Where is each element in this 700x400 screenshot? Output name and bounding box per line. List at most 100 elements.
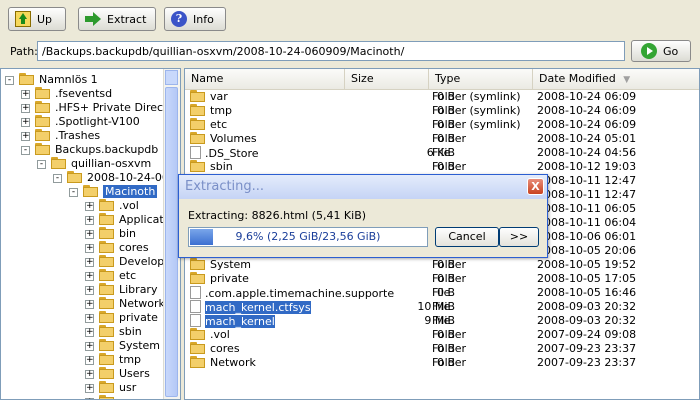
file-type: Folder [432, 160, 466, 173]
info-button[interactable]: ? Info [164, 7, 226, 31]
tree-node[interactable]: .vol [99, 199, 139, 213]
tree-node-label: bin [119, 227, 137, 240]
expand-icon[interactable]: + [85, 230, 94, 239]
dialog-title-text: Extracting... [185, 179, 265, 194]
expand-icon[interactable]: + [85, 314, 94, 323]
file-date: 2008-10-05 19:52 [537, 258, 637, 271]
file-date: 2008-10-06 06:01 [537, 230, 637, 243]
folder-icon [190, 342, 206, 354]
expand-icon[interactable]: + [21, 104, 30, 113]
file-row[interactable]: sbin 0 B Folder 2008-10-12 19:03 [185, 160, 699, 174]
column-type[interactable]: Type [429, 69, 533, 89]
collapse-icon[interactable]: - [53, 174, 62, 183]
tree-node[interactable]: tmp [99, 353, 141, 367]
tree-node[interactable]: Network [99, 297, 165, 311]
file-icon [190, 286, 201, 299]
folder-icon [190, 90, 206, 102]
expand-icon[interactable]: + [85, 328, 94, 337]
expand-icon[interactable]: + [85, 258, 94, 267]
expand-icon[interactable]: + [21, 118, 30, 127]
file-date: 2008-10-11 06:04 [537, 216, 637, 229]
tree-node[interactable]: private [99, 311, 158, 325]
tree-node-label: Network [119, 297, 165, 310]
collapse-icon[interactable]: - [37, 160, 46, 169]
file-row[interactable]: private 0 B Folder 2008-10-05 17:05 [185, 272, 699, 286]
file-date: 2008-10-24 04:56 [537, 146, 637, 159]
file-row[interactable]: .com.apple.timemachine.supporte 0 B File 20… [185, 286, 699, 300]
file-date: 2008-10-24 06:09 [537, 104, 637, 117]
tree-node-label: System [119, 339, 161, 352]
file-row[interactable]: mach_kernel.ctfsys 10 MiB File 2008-09-03 2… [185, 300, 699, 315]
tree-node[interactable]: Users [99, 367, 150, 381]
file-date: 2008-10-24 06:09 [537, 90, 637, 103]
collapse-icon[interactable]: - [5, 76, 14, 85]
expand-icon[interactable]: + [85, 370, 94, 379]
expand-icon[interactable]: + [85, 216, 94, 225]
tree-node[interactable]: var [99, 395, 137, 399]
column-name[interactable]: Name [185, 69, 345, 89]
file-type: File [432, 314, 451, 327]
expand-icon[interactable]: + [85, 356, 94, 365]
expand-icon[interactable]: + [85, 244, 94, 253]
tree-node[interactable]: Macinoth [83, 185, 158, 199]
folder-icon [190, 118, 206, 130]
tree-node[interactable]: Backups.backupdb [35, 143, 158, 157]
file-row[interactable]: var 0 B Folder (symlink) 2008-10-24 06:09 [185, 90, 699, 104]
file-name-cell: mach_kernel.ctfsys [190, 300, 311, 315]
tree-node[interactable]: quillian-osxvm [51, 157, 151, 171]
scroll-thumb[interactable] [165, 87, 178, 397]
expand-icon[interactable]: + [85, 342, 94, 351]
file-row[interactable]: tmp 0 B Folder (symlink) 2008-10-24 06:09 [185, 104, 699, 118]
file-row[interactable]: Volumes 0 B Folder 2008-10-24 05:01 [185, 132, 699, 146]
extract-arrow-icon [85, 11, 101, 27]
tree-node-label: .vol [119, 199, 139, 212]
column-size[interactable]: Size [345, 69, 429, 89]
column-date-modified[interactable]: Date Modified ▼ [533, 69, 699, 89]
progress-bar: 9,6% (2,25 GiB/23,56 GiB) [188, 227, 428, 247]
details-button[interactable]: >> [499, 227, 539, 247]
tree-node[interactable]: System [99, 339, 160, 353]
expand-icon[interactable]: + [21, 90, 30, 99]
expand-icon[interactable]: + [85, 300, 94, 309]
expand-icon[interactable]: + [21, 132, 30, 141]
tree-node[interactable]: usr [99, 381, 136, 395]
file-row[interactable]: Network 0 B Folder 2007-09-23 23:37 [185, 356, 699, 370]
file-row[interactable]: .vol 0 B Folder 2007-09-24 09:08 [185, 328, 699, 342]
tree-node[interactable]: .Spotlight-V100 [35, 115, 140, 129]
file-row[interactable]: mach_kernel 9 MiB File 2008-09-03 20:32 [185, 314, 699, 328]
folder-tree[interactable]: - Namnlös 1 + .fseventsd + .HFS+ Private Dire… [0, 68, 181, 400]
path-input[interactable] [37, 41, 625, 61]
collapse-icon[interactable]: - [21, 146, 30, 155]
file-row[interactable]: etc 0 B Folder (symlink) 2008-10-24 06:09 [185, 118, 699, 132]
folder-icon [35, 143, 51, 155]
expand-icon[interactable]: + [85, 384, 94, 393]
tree-node[interactable]: .Trashes [35, 129, 100, 143]
expand-icon[interactable]: + [85, 286, 94, 295]
tree-node[interactable]: bin [99, 227, 136, 241]
expand-icon[interactable]: + [85, 202, 94, 211]
up-button[interactable]: Up [8, 7, 66, 31]
file-name-cell: etc [190, 118, 227, 132]
folder-icon [99, 199, 115, 211]
close-icon[interactable]: X [527, 178, 544, 195]
tree-node[interactable]: etc [99, 269, 136, 283]
file-row[interactable]: System 0 B Folder 2008-10-05 19:52 [185, 258, 699, 272]
cancel-button[interactable]: Cancel [435, 227, 499, 247]
scroll-up-arrow[interactable] [165, 70, 178, 85]
go-button[interactable]: Go [631, 40, 691, 62]
folder-icon [190, 132, 206, 144]
extract-button[interactable]: Extract [78, 7, 156, 31]
tree-node[interactable]: Library [99, 283, 157, 297]
tree-node[interactable]: sbin [99, 325, 142, 339]
expand-icon[interactable]: + [85, 272, 94, 281]
tree-node[interactable]: Namnlös 1 [19, 73, 98, 87]
file-name: tmp [210, 104, 233, 117]
collapse-icon[interactable]: - [69, 188, 78, 197]
folder-icon [35, 115, 51, 127]
folder-icon [35, 129, 51, 141]
file-row[interactable]: cores 0 B Folder 2007-09-23 23:37 [185, 342, 699, 356]
tree-node[interactable]: cores [99, 241, 149, 255]
tree-node[interactable]: .fseventsd [35, 87, 112, 101]
file-row[interactable]: .DS_Store 6 KiB File 2008-10-24 04:56 [185, 146, 699, 160]
tree-node[interactable]: .HFS+ Private Directory Data [35, 101, 180, 115]
